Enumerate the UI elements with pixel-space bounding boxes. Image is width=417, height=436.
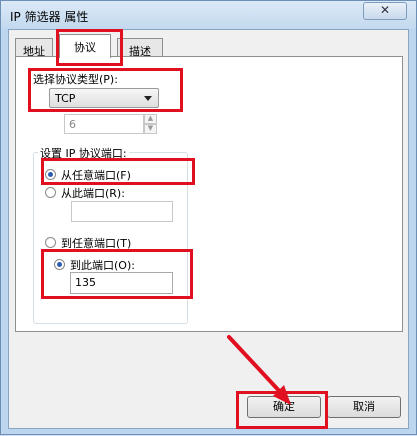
tab-protocol-label: 协议 <box>74 41 96 54</box>
annotation-arrow <box>227 335 291 405</box>
dialog-window: IP 筛选器 属性 ✕ 地址 协议 描述 选择协议类型(P): TCP 6 ▲ … <box>0 0 417 435</box>
tab-protocol[interactable]: 协议 <box>59 34 111 58</box>
